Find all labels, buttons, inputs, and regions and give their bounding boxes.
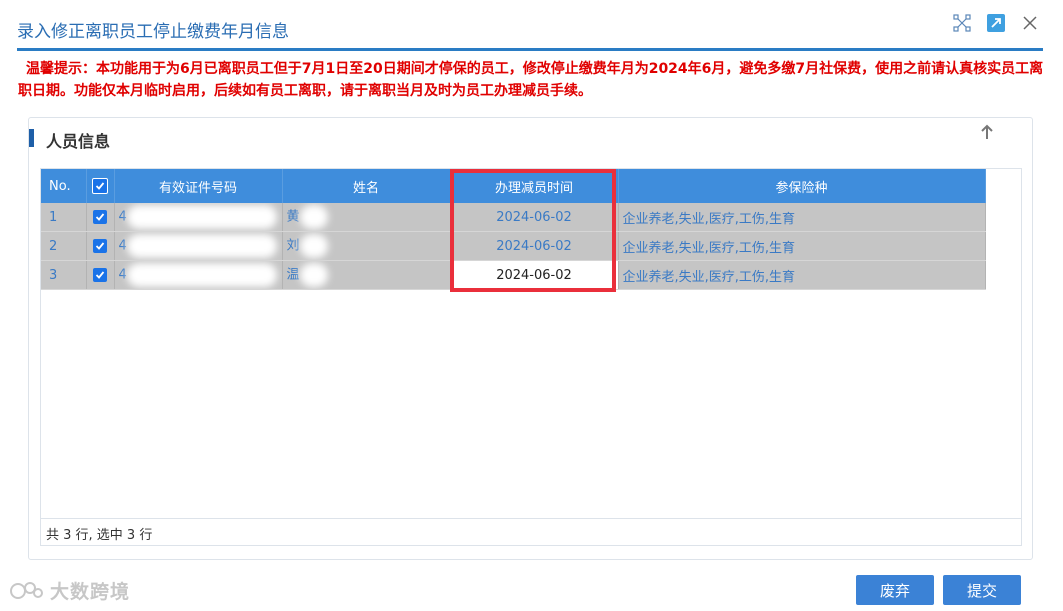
submit-button[interactable]: 提交 — [943, 575, 1021, 605]
window-titlebar: 录入修正离职员工停止缴费年月信息 — [0, 0, 1063, 51]
row-count-summary: 共 3 行, 选中 3 行 — [46, 528, 153, 543]
grid-footer: 共 3 行, 选中 3 行 — [41, 518, 1021, 545]
row-select[interactable] — [86, 231, 115, 261]
redaction-blur — [299, 234, 328, 258]
expand-icon[interactable] — [951, 12, 973, 34]
window-title: 录入修正离职员工停止缴费年月信息 — [17, 22, 289, 42]
close-icon[interactable] — [1019, 12, 1041, 34]
title-divider — [17, 48, 1043, 51]
col-id-number[interactable]: 有效证件号码 — [114, 169, 283, 203]
personnel-table: No. 有效证件号码 姓名 办理减员时间 参保险种 1 4 黄 2024-06-… — [41, 169, 986, 290]
table-row[interactable]: 1 4 黄 2024-06-02 企业养老,失业,医疗,工伤,生育 — [41, 203, 986, 232]
row-reduction-date[interactable]: 2024-06-02 — [450, 231, 619, 261]
row-no: 1 — [41, 203, 87, 232]
personnel-panel: 人员信息 No. 有效证件号码 姓名 办理减员时间 参保险种 1 4 黄 202… — [28, 117, 1033, 560]
row-reduction-date-editing[interactable]: 2024-06-02 — [450, 260, 619, 290]
arrow-up-icon[interactable] — [980, 124, 994, 144]
row-name: 黄 — [282, 203, 451, 232]
row-id-number: 4 — [114, 260, 283, 290]
redaction-blur — [299, 263, 328, 287]
row-insurance-type: 企业养老,失业,医疗,工伤,生育 — [618, 260, 986, 290]
row-insurance-type: 企业养老,失业,医疗,工伤,生育 — [618, 231, 986, 261]
row-checkbox[interactable] — [93, 268, 107, 282]
table-row[interactable]: 3 4 温 2024-06-02 企业养老,失业,医疗,工伤,生育 — [41, 260, 986, 290]
popout-icon[interactable] — [985, 12, 1007, 34]
row-checkbox[interactable] — [93, 239, 107, 253]
col-name[interactable]: 姓名 — [282, 169, 451, 203]
col-reduction-date[interactable]: 办理减员时间 — [450, 169, 619, 203]
panel-accent-bar — [29, 129, 34, 147]
watermark-text: 大数跨境 — [50, 581, 131, 603]
select-all-checkbox[interactable] — [92, 178, 108, 194]
row-select[interactable] — [86, 203, 115, 232]
window-controls — [951, 12, 1041, 34]
warning-notice: 温馨提示：本功能用于为6月已离职员工但于7月1日至20日期间才停保的员工，修改停… — [18, 61, 1044, 99]
personnel-grid: No. 有效证件号码 姓名 办理减员时间 参保险种 1 4 黄 2024-06-… — [40, 168, 1022, 546]
panel-title: 人员信息 — [46, 132, 111, 151]
row-name: 温 — [282, 260, 451, 290]
row-id-number: 4 — [114, 203, 283, 232]
table-row[interactable]: 2 4 刘 2024-06-02 企业养老,失业,医疗,工伤,生育 — [41, 231, 986, 261]
row-id-number: 4 — [114, 231, 283, 261]
redaction-blur — [126, 205, 277, 229]
discard-button[interactable]: 废弃 — [856, 575, 934, 605]
redaction-blur — [126, 234, 277, 258]
row-name: 刘 — [282, 231, 451, 261]
redaction-blur — [299, 205, 328, 229]
watermark-logo-icon — [10, 581, 43, 599]
panel-header: 人员信息 — [29, 118, 1032, 158]
col-select-all[interactable] — [86, 169, 115, 203]
row-reduction-date[interactable]: 2024-06-02 — [450, 203, 619, 232]
col-no: No. — [41, 169, 87, 203]
row-checkbox[interactable] — [93, 210, 107, 224]
watermark: 大数跨境 — [8, 577, 130, 604]
col-insurance-type[interactable]: 参保险种 — [618, 169, 986, 203]
row-insurance-type: 企业养老,失业,医疗,工伤,生育 — [618, 203, 986, 232]
row-select[interactable] — [86, 260, 115, 290]
redaction-blur — [126, 263, 277, 287]
row-no: 2 — [41, 231, 87, 261]
row-no: 3 — [41, 260, 87, 290]
table-header-row: No. 有效证件号码 姓名 办理减员时间 参保险种 — [41, 169, 986, 203]
